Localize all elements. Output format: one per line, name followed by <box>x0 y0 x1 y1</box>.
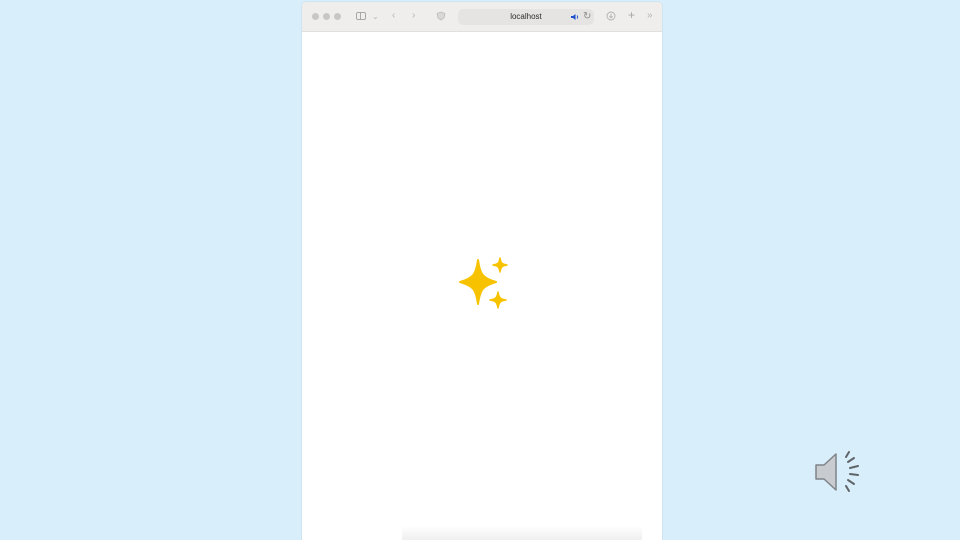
presentation-slide: ⌄ ‹ › localhost ↻ + » <box>0 0 960 540</box>
reload-icon[interactable]: ↻ <box>583 12 591 22</box>
sidebar-icon[interactable] <box>356 12 366 20</box>
plus-icon[interactable]: + <box>628 9 635 21</box>
chevron-down-icon[interactable]: ⌄ <box>372 12 379 22</box>
double-chevron-icon[interactable]: » <box>647 11 653 21</box>
chevron-right-icon[interactable]: › <box>412 11 415 21</box>
browser-window: ⌄ ‹ › localhost ↻ + » <box>302 2 662 540</box>
download-icon[interactable] <box>606 11 616 24</box>
zoom-window-button[interactable] <box>334 13 341 20</box>
sparkles-icon <box>452 254 512 314</box>
chevron-left-icon[interactable]: ‹ <box>392 11 395 21</box>
speaker-playing-icon[interactable] <box>570 12 580 25</box>
window-controls <box>312 13 341 20</box>
address-bar[interactable]: localhost ↻ <box>458 9 594 25</box>
page-bottom-shadow <box>402 526 642 540</box>
privacy-shield-icon[interactable] <box>436 11 446 24</box>
speaker-icon[interactable] <box>814 448 864 496</box>
browser-toolbar: ⌄ ‹ › localhost ↻ + » <box>302 2 662 32</box>
close-window-button[interactable] <box>312 13 319 20</box>
minimize-window-button[interactable] <box>323 13 330 20</box>
